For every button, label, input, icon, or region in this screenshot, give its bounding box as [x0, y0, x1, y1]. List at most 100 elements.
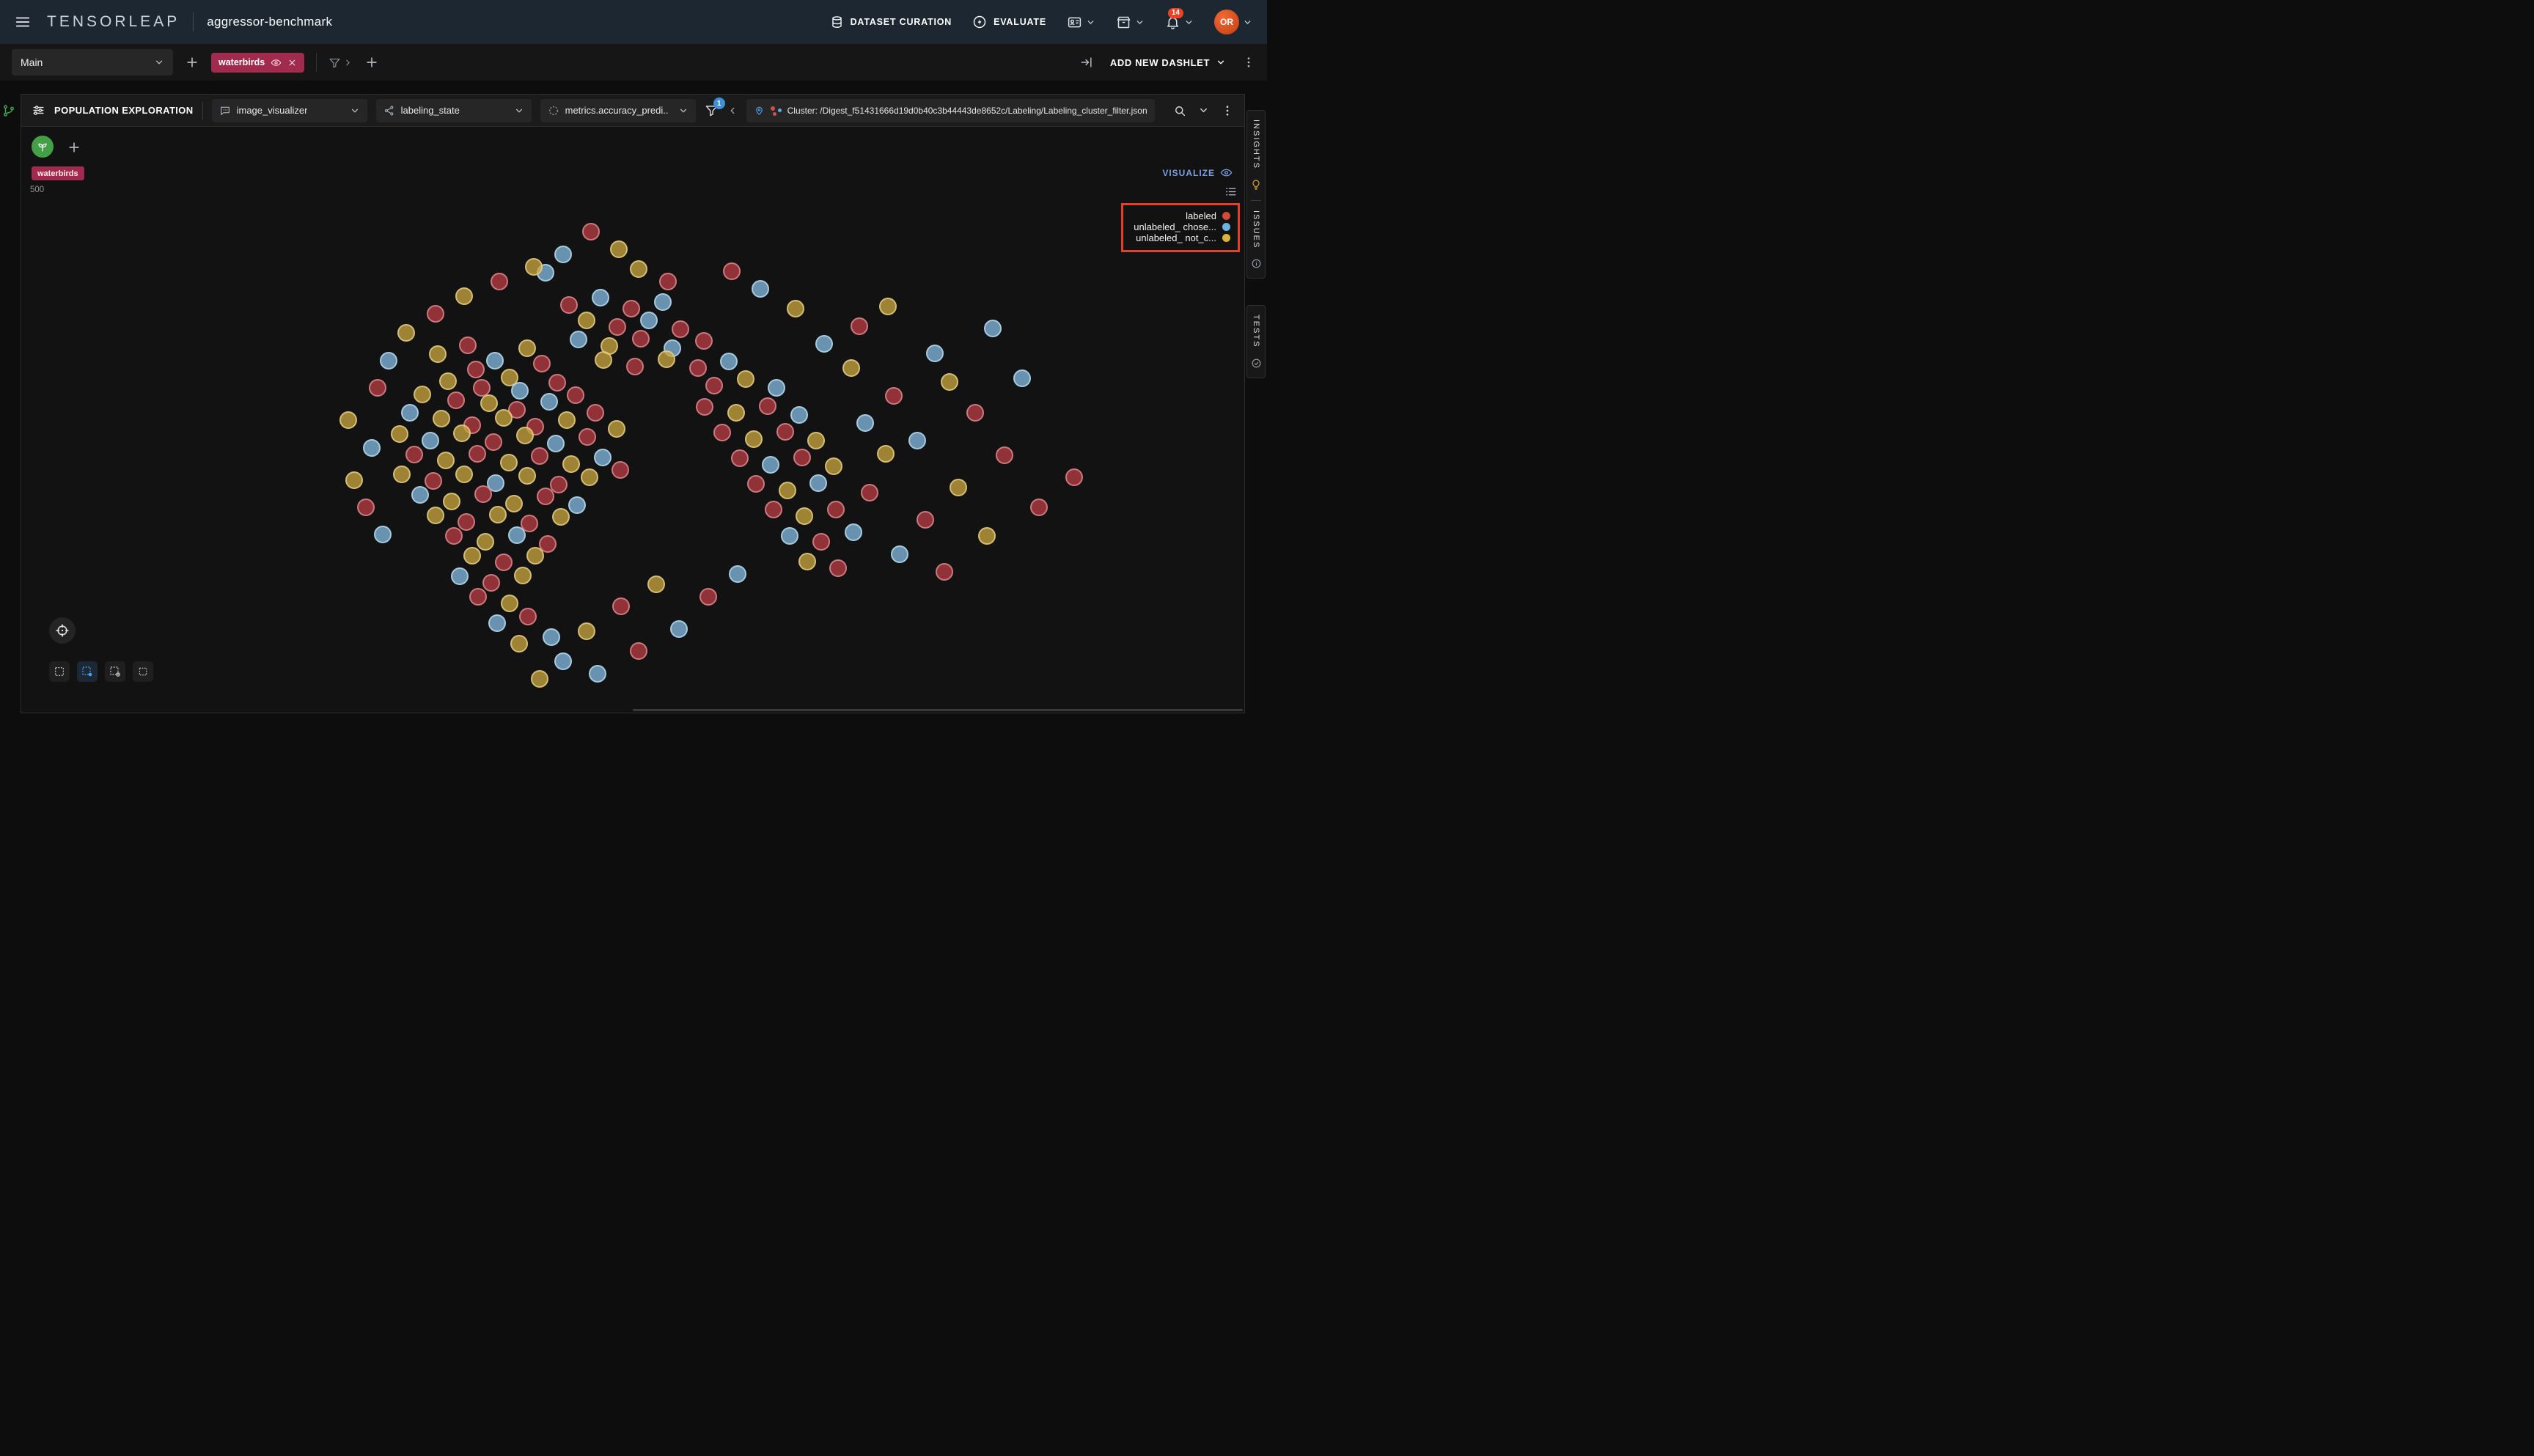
- scatter-point[interactable]: [486, 352, 504, 369]
- scatter-point[interactable]: [941, 373, 958, 391]
- scatter-point[interactable]: [491, 273, 508, 290]
- kebab-menu-icon[interactable]: [1221, 104, 1234, 117]
- scatter-point[interactable]: [433, 410, 450, 427]
- scatter-point[interactable]: [578, 312, 595, 329]
- scatter-point[interactable]: [345, 471, 363, 489]
- board-select[interactable]: Main: [12, 49, 173, 76]
- dataset-curation-button[interactable]: DATASET CURATION: [830, 15, 952, 29]
- scatter-point[interactable]: [445, 527, 463, 545]
- scatter-point[interactable]: [548, 374, 566, 391]
- size-by-select[interactable]: metrics.accuracy_predi..: [540, 99, 696, 122]
- scatter-point[interactable]: [984, 320, 1002, 337]
- reset-view-crosshair-icon[interactable]: [49, 617, 76, 644]
- eye-icon[interactable]: [271, 57, 282, 68]
- add-new-dashlet-button[interactable]: ADD NEW DASHLET: [1110, 57, 1226, 68]
- scatter-point[interactable]: [723, 262, 741, 280]
- scatter-point[interactable]: [623, 300, 640, 317]
- scatter-point[interactable]: [626, 358, 644, 375]
- scatter-point[interactable]: [695, 332, 713, 350]
- scatter-point[interactable]: [654, 293, 672, 311]
- scatter-point[interactable]: [891, 545, 908, 563]
- scatter-point[interactable]: [554, 652, 572, 670]
- account-menu[interactable]: OR: [1214, 10, 1252, 34]
- settings-sliders-icon[interactable]: [32, 103, 45, 117]
- scatter-point[interactable]: [397, 324, 415, 342]
- scatter-point[interactable]: [414, 386, 431, 403]
- scatter-point[interactable]: [589, 665, 606, 683]
- scatter-point[interactable]: [411, 486, 429, 504]
- contacts-menu[interactable]: [1067, 15, 1095, 30]
- scatter-point[interactable]: [1013, 369, 1031, 387]
- scatter-point[interactable]: [537, 488, 554, 505]
- add-filter-icon[interactable]: [364, 55, 379, 70]
- archive-menu[interactable]: [1116, 15, 1145, 30]
- scatter-point[interactable]: [727, 404, 745, 422]
- scatter-point[interactable]: [781, 527, 798, 545]
- scatter-point[interactable]: [495, 554, 513, 571]
- scatter-point[interactable]: [427, 507, 444, 524]
- scatter-point[interactable]: [1030, 499, 1048, 516]
- scatter-point[interactable]: [790, 406, 808, 424]
- brand-logo[interactable]: TENSORLEAP: [47, 13, 180, 31]
- scatter-point[interactable]: [393, 466, 411, 483]
- scatter-point[interactable]: [547, 435, 565, 452]
- scatter-point[interactable]: [776, 423, 794, 441]
- scatter-point[interactable]: [477, 533, 494, 551]
- dashlet-filter-button[interactable]: 1: [705, 103, 719, 117]
- scatter-point[interactable]: [357, 499, 375, 516]
- scatter-point[interactable]: [747, 475, 765, 493]
- scatter-point[interactable]: [567, 386, 584, 404]
- scatter-point[interactable]: [427, 305, 444, 323]
- scatter-point[interactable]: [672, 320, 689, 338]
- scatter-point[interactable]: [582, 223, 600, 240]
- scatter-point[interactable]: [339, 411, 357, 429]
- scatter-point[interactable]: [525, 258, 543, 276]
- scatter-point[interactable]: [610, 240, 628, 258]
- scatter-point[interactable]: [595, 351, 612, 369]
- scatter-point[interactable]: [540, 393, 558, 411]
- scatter-point[interactable]: [851, 317, 868, 335]
- scatter-point[interactable]: [737, 370, 754, 388]
- scatter-point[interactable]: [488, 614, 506, 632]
- lightbulb-icon[interactable]: [1250, 179, 1262, 191]
- scatter-point[interactable]: [458, 513, 475, 531]
- scatter-point[interactable]: [480, 394, 498, 412]
- scatter-point[interactable]: [467, 361, 485, 378]
- scatter-point[interactable]: [713, 424, 731, 441]
- scatter-point[interactable]: [560, 296, 578, 314]
- scatter-point[interactable]: [422, 432, 439, 449]
- scatter-point[interactable]: [731, 449, 749, 467]
- evaluate-button[interactable]: EVALUATE: [972, 15, 1046, 29]
- scatter-point[interactable]: [809, 474, 827, 492]
- tab-issues[interactable]: ISSUES: [1252, 210, 1260, 249]
- scatter-point[interactable]: [592, 289, 609, 306]
- check-circle-icon[interactable]: [1251, 358, 1262, 369]
- menu-icon[interactable]: [15, 14, 31, 30]
- rect-select-icon[interactable]: [49, 661, 70, 682]
- population-exploration-icon[interactable]: [32, 136, 54, 158]
- scatter-point[interactable]: [443, 493, 460, 510]
- population-chip[interactable]: waterbirds: [32, 166, 84, 180]
- scatter-point[interactable]: [429, 345, 447, 363]
- scatter-point[interactable]: [518, 339, 536, 357]
- version-branch-icon[interactable]: [2, 103, 15, 119]
- scatter-point[interactable]: [587, 404, 604, 422]
- remove-from-selection-icon[interactable]: [105, 661, 125, 682]
- expand-panel-icon[interactable]: [1079, 55, 1094, 70]
- scatter-point[interactable]: [609, 318, 626, 336]
- scatter-point[interactable]: [453, 424, 471, 442]
- scatter-point[interactable]: [568, 496, 586, 514]
- scatter-point[interactable]: [485, 433, 502, 451]
- scatter-point[interactable]: [594, 449, 612, 466]
- scatter-point[interactable]: [807, 432, 825, 449]
- scatter-point[interactable]: [552, 508, 570, 526]
- scatter-point[interactable]: [612, 461, 629, 479]
- scatter-point[interactable]: [696, 398, 713, 416]
- scatter-point[interactable]: [966, 404, 984, 422]
- scatter-point[interactable]: [729, 565, 746, 583]
- scatter-point[interactable]: [812, 533, 830, 551]
- scatter-point[interactable]: [768, 379, 785, 397]
- scatter-field[interactable]: [52, 205, 1213, 701]
- scatter-point[interactable]: [554, 246, 572, 263]
- scatter-point[interactable]: [519, 608, 537, 625]
